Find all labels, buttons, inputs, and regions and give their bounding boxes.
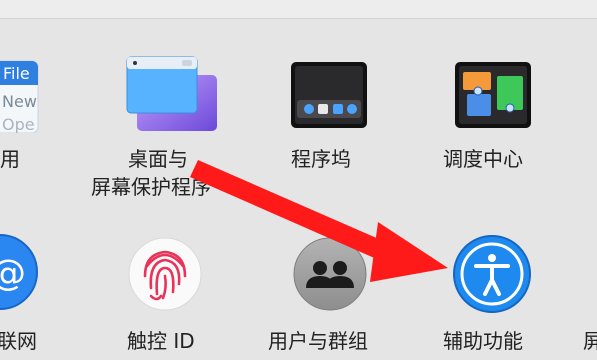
annotation-arrow [190,160,448,282]
